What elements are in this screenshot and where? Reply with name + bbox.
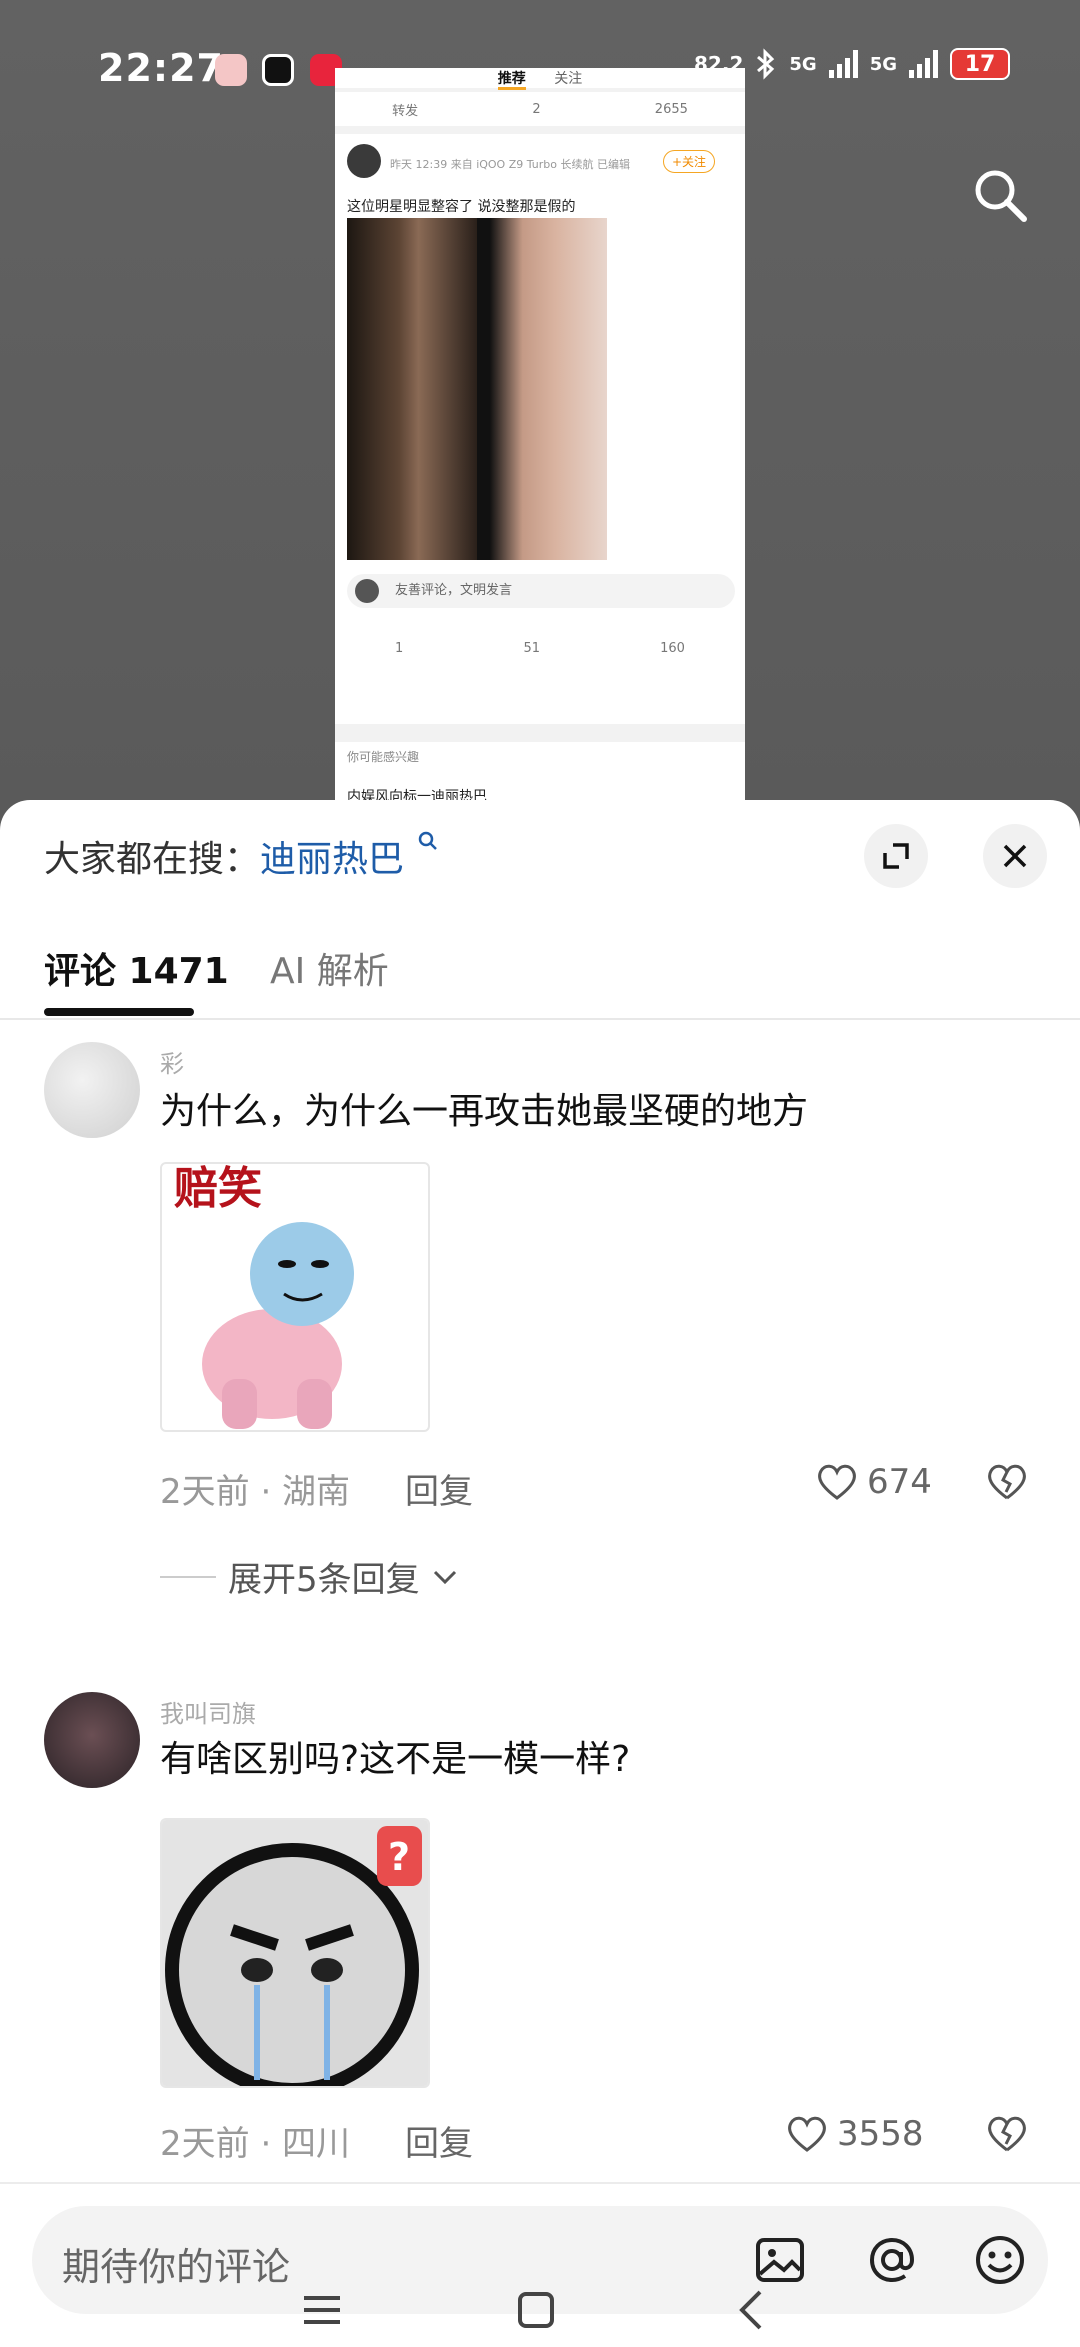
tab-comments[interactable]: 评论 1471: [44, 942, 229, 994]
svg-text:?: ?: [388, 1835, 410, 1879]
embedded-tab-follow: 关注: [554, 71, 583, 87]
expand-replies-label: 展开5条回复: [228, 1560, 420, 1600]
like-button[interactable]: 3558: [785, 2114, 924, 2154]
heart-icon: [818, 1464, 856, 1500]
sticker-caption: 赔笑: [174, 1163, 262, 1214]
embedded-post-stats: 1 51 160: [335, 628, 745, 668]
reply-button[interactable]: 回复: [405, 2116, 473, 2162]
embedded-comment-placeholder: 友善评论，文明发言: [395, 583, 513, 598]
comments-sheet: 大家都在搜：迪丽热巴 评论 1471 AI 解析 彩 为什么，为什么一再攻击她最…: [0, 800, 1080, 2347]
sheet-header: 大家都在搜：迪丽热巴: [0, 800, 1080, 910]
system-nav-bar: [0, 2280, 1080, 2347]
reply-button[interactable]: 回复: [405, 1464, 473, 1513]
embedded-post-screenshot[interactable]: 推荐 关注 转发 2 2655 昨天 12:39 来自 iQOO Z9 Turb…: [335, 68, 745, 808]
tab-ai-analysis[interactable]: AI 解析: [270, 942, 389, 994]
close-icon: [1003, 844, 1027, 868]
comment-item: 彩 为什么，为什么一再攻击她最坚硬的地方 赔笑 2天前 · 湖南: [0, 1022, 1080, 1512]
trending-search-term[interactable]: 迪丽热巴: [260, 839, 404, 880]
app-notification-icon: [215, 54, 247, 86]
signal-icon: [828, 50, 858, 78]
status-time: 22:27: [98, 46, 224, 90]
embedded-post-photo: [347, 218, 607, 560]
avatar[interactable]: [44, 1042, 140, 1138]
embedded-recommend-card: 你可能感兴趣 内娱风向标一迪丽热巴: [335, 742, 745, 808]
comment-list: 彩 为什么，为什么一再攻击她最坚硬的地方 赔笑 2天前 · 湖南 回复 674 …: [0, 1022, 1080, 2162]
signal-icon-2: [909, 50, 938, 78]
embedded-avatar: [347, 144, 381, 178]
search-small-icon: [419, 831, 438, 850]
embedded-like-count: 2655: [654, 101, 688, 117]
comment-actions-1: 回复 674: [0, 1462, 1080, 1522]
chevron-down-icon: [433, 1570, 456, 1584]
embedded-post-card: 昨天 12:39 来自 iQOO Z9 Turbo 长续航 已编辑 +关注 这位…: [335, 134, 745, 724]
embedded-follow-button: +关注: [662, 150, 715, 173]
expand-icon: [883, 843, 909, 869]
comment-username[interactable]: 彩: [160, 1044, 184, 1079]
broken-heart-icon[interactable]: [985, 2114, 1029, 2154]
embedded-repost: 转发: [392, 103, 419, 119]
embedded-comments-count: 51: [523, 640, 540, 656]
like-count: 674: [867, 1462, 932, 1502]
broken-heart-icon[interactable]: [985, 1462, 1029, 1502]
bluetooth-icon: [757, 48, 775, 80]
trending-search-label: 大家都在搜：迪丽热巴: [44, 830, 439, 882]
comment-sticker-image[interactable]: 赔笑: [160, 1162, 430, 1432]
embedded-recommend-title: 你可能感兴趣: [347, 750, 420, 764]
embedded-top-actions: 转发 2 2655: [335, 92, 745, 126]
expand-divider: [160, 1575, 216, 1578]
comment-text: 为什么，为什么一再攻击她最坚硬的地方: [160, 1091, 809, 1132]
sticker-crying-face: ?: [162, 1820, 428, 2086]
comment-username[interactable]: 我叫司旗: [160, 1694, 256, 1729]
like-button[interactable]: 674: [815, 1462, 932, 1502]
menu-icon[interactable]: [292, 2280, 352, 2340]
battery-icon: 17: [950, 48, 1010, 80]
embedded-post-meta: 昨天 12:39 来自 iQOO Z9 Turbo 长续航 已编辑: [390, 158, 630, 171]
comment-time-location: 2天前 · 四川: [160, 2124, 351, 2162]
comment-input-bar: 期待你的评论: [0, 2182, 1080, 2314]
close-button[interactable]: [983, 824, 1047, 888]
heart-icon: [788, 2116, 826, 2152]
comment-sticker-image[interactable]: ?: [160, 1818, 430, 2088]
embedded-comment-count: 2: [532, 101, 541, 117]
avatar[interactable]: [44, 1692, 140, 1788]
trending-search-prefix: 大家都在搜：: [44, 839, 261, 880]
comment-tabs: 评论 1471 AI 解析: [0, 930, 1080, 1020]
embedded-post-text: 这位明星明显整容了 说没整那是假的: [347, 199, 576, 215]
search-icon[interactable]: [970, 165, 1030, 225]
embedded-tab-recommend: 推荐: [497, 71, 526, 90]
home-icon[interactable]: [506, 2280, 566, 2340]
embedded-comment-box: 友善评论，文明发言: [347, 574, 735, 608]
back-icon[interactable]: [722, 2280, 782, 2340]
expand-button[interactable]: [864, 824, 928, 888]
embedded-tabs: 推荐 关注: [335, 68, 745, 90]
threads-icon: [262, 54, 294, 86]
comment-text: 有啥区别吗?这不是一模一样?: [160, 1739, 631, 1780]
expand-replies-button[interactable]: 展开5条回复: [160, 1552, 458, 1601]
like-count: 3558: [837, 2114, 924, 2154]
embedded-repost-count: 1: [395, 640, 404, 656]
network-5g-label-2: 5G: [869, 53, 897, 75]
network-5g-label: 5G: [789, 53, 817, 75]
embedded-likes-count: 160: [660, 640, 685, 656]
active-tab-indicator: [44, 1008, 194, 1016]
comment-item: 我叫司旗 有啥区别吗?这不是一模一样? ? 2天前 · 四川 回复 3558: [0, 1662, 1080, 2162]
